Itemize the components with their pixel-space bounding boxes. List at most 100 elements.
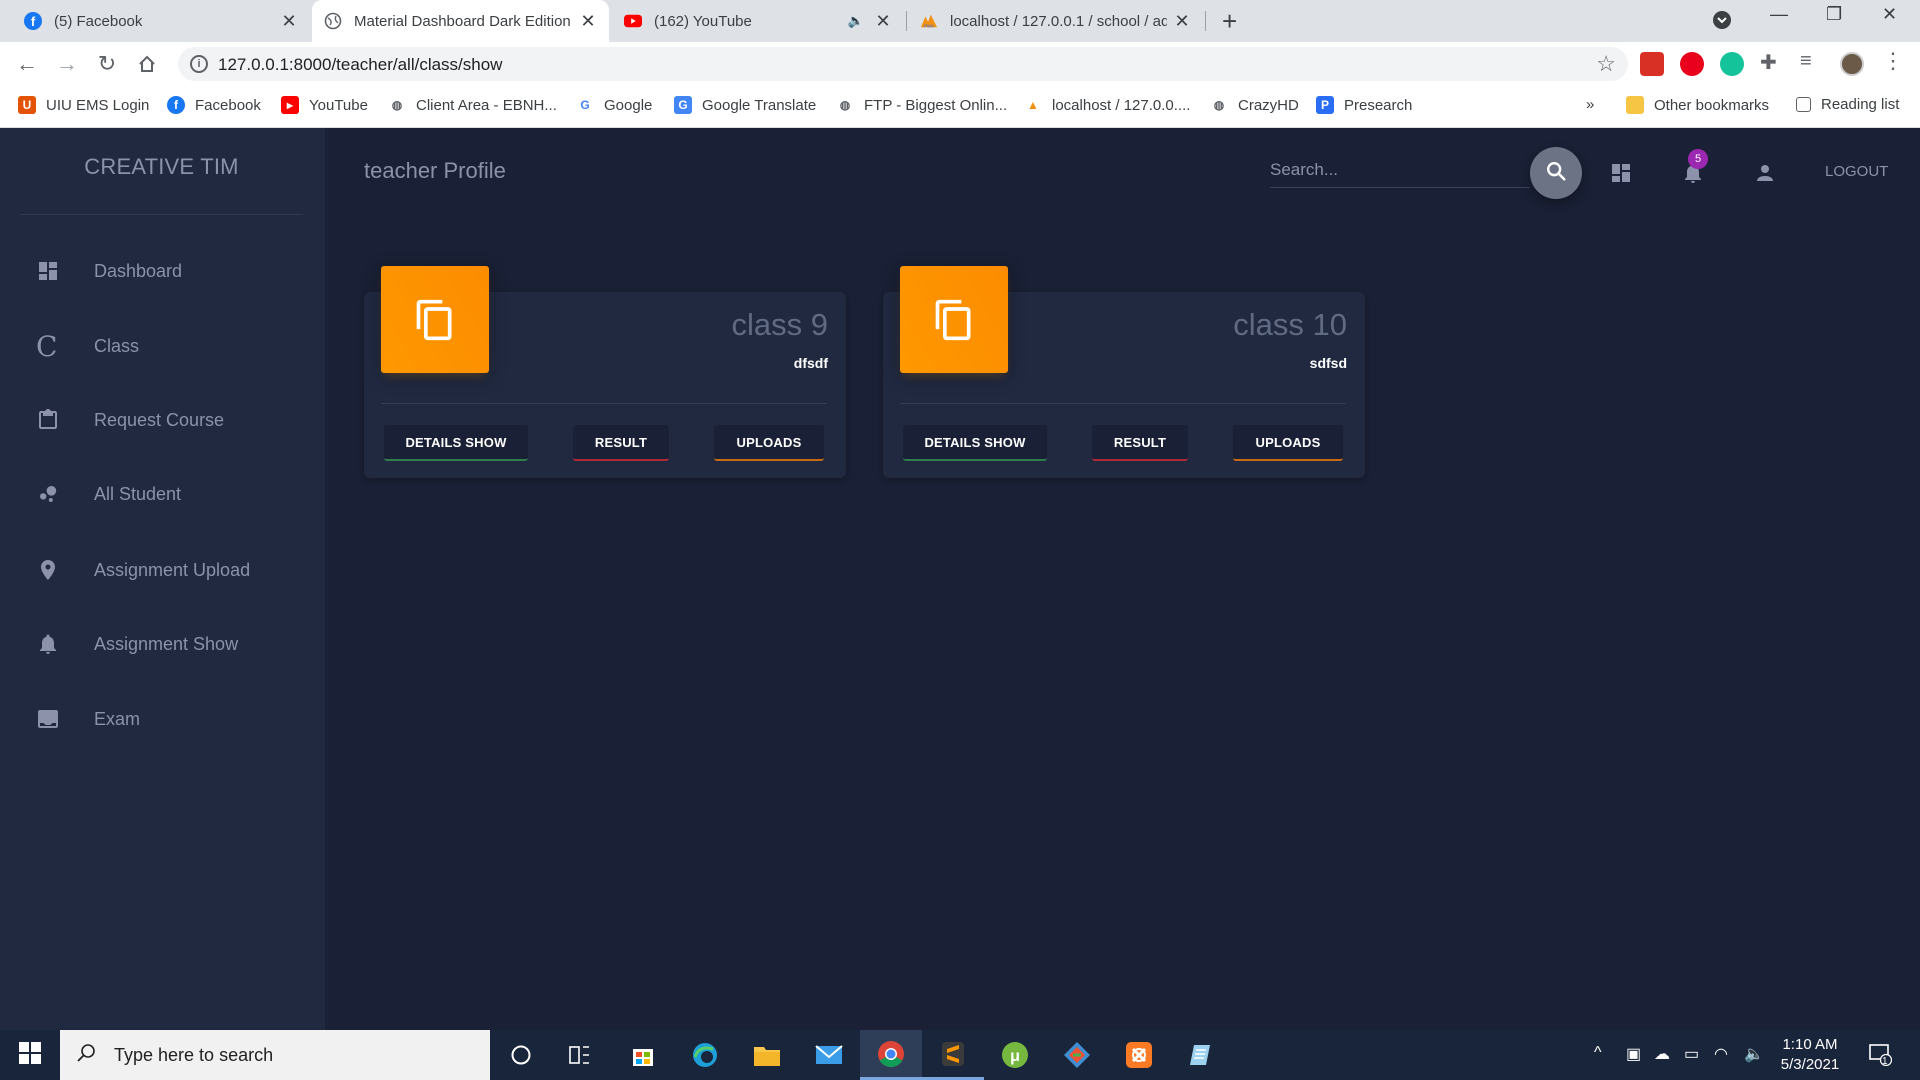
action-center-icon[interactable] xyxy=(1868,1042,1893,1071)
tab-phpmyadmin[interactable]: PMA localhost / 127.0.0.1 / school / ad … xyxy=(908,0,1203,42)
cortana-icon[interactable] xyxy=(490,1030,552,1080)
bell-icon xyxy=(36,629,76,659)
bookmark-item[interactable]: G Google Translate xyxy=(674,96,816,114)
result-button[interactable]: RESULT xyxy=(1092,425,1188,461)
grammarly-icon[interactable] xyxy=(1720,52,1744,76)
tab-facebook[interactable]: f (5) Facebook ✕ xyxy=(12,0,310,42)
uploads-button[interactable]: UPLOADS xyxy=(1233,425,1343,461)
mail-icon[interactable] xyxy=(798,1030,860,1080)
tab-youtube[interactable]: (162) YouTube 🔈 ✕ xyxy=(612,0,904,42)
tab-search-icon[interactable] xyxy=(1712,10,1732,35)
forward-button[interactable]: → xyxy=(53,50,81,78)
bookmark-item[interactable]: P Presearch xyxy=(1316,96,1412,114)
menu-dots-icon[interactable]: ⋮ xyxy=(1882,48,1906,73)
logout-link[interactable]: LOGOUT xyxy=(1825,163,1888,180)
battery-icon[interactable]: ▭ xyxy=(1684,1044,1699,1064)
home-button[interactable] xyxy=(133,50,161,78)
file-explorer-icon[interactable] xyxy=(736,1030,798,1080)
bookmark-item[interactable]: ◍ Client Area - EBNH... xyxy=(388,96,557,114)
sublime-text-icon[interactable] xyxy=(922,1030,984,1080)
extensions-puzzle-icon[interactable]: ✚ xyxy=(1760,50,1784,74)
bookmarks-overflow-button[interactable]: » xyxy=(1586,96,1594,113)
main-content: teacher Profile 5 LOGOUT class 9 dfsdf D… xyxy=(325,128,1920,1030)
result-button[interactable]: RESULT xyxy=(573,425,669,461)
adblock-icon[interactable] xyxy=(1680,52,1704,76)
bookmark-star-icon[interactable]: ☆ xyxy=(1596,51,1616,77)
sidebar-item-all-student[interactable]: All Student xyxy=(36,474,181,514)
tab-label: localhost / 127.0.0.1 / school / ad xyxy=(950,12,1167,30)
tab-material-dashboard[interactable]: Material Dashboard Dark Edition ✕ xyxy=(312,0,609,42)
sidebar-item-request-course[interactable]: Request Course xyxy=(36,400,224,440)
volume-icon[interactable]: 🔈 xyxy=(1744,1044,1764,1064)
bookmark-item[interactable]: G Google xyxy=(576,96,652,114)
bookmark-item[interactable]: ▶ YouTube xyxy=(281,96,368,114)
close-icon[interactable]: ✕ xyxy=(280,11,298,32)
sidebar: CREATIVE TIM Dashboard C Class Request C… xyxy=(0,128,325,1030)
sidebar-item-assignment-show[interactable]: Assignment Show xyxy=(36,624,238,664)
bookmark-label: Client Area - EBNH... xyxy=(416,96,557,114)
edge-icon[interactable] xyxy=(674,1030,736,1080)
youtube-icon: ▶ xyxy=(281,96,299,114)
bookmark-item[interactable]: U UIU EMS Login xyxy=(18,96,149,114)
speaker-icon[interactable]: 🔈 xyxy=(844,13,868,29)
bookmark-item[interactable]: ◍ CrazyHD xyxy=(1210,96,1299,114)
taskbar-search-box[interactable]: Type here to search xyxy=(60,1030,490,1080)
reload-button[interactable]: ↻ xyxy=(93,50,121,78)
details-show-button[interactable]: DETAILS SHOW xyxy=(384,425,528,461)
restore-button[interactable]: ❐ xyxy=(1826,4,1842,25)
brand-logo[interactable]: CREATIVE TIM xyxy=(20,154,303,180)
profile-avatar[interactable] xyxy=(1840,52,1864,76)
globe-icon: ◍ xyxy=(1213,98,1225,112)
facebook-icon: f xyxy=(167,96,185,114)
bookmark-label: Facebook xyxy=(195,96,261,114)
utorrent-icon[interactable]: μ xyxy=(984,1030,1046,1080)
globe-icon: ◍ xyxy=(839,98,851,112)
sidebar-item-assignment-upload[interactable]: Assignment Upload xyxy=(36,550,250,590)
dashboard-icon[interactable] xyxy=(1606,158,1636,188)
sidebar-item-exam[interactable]: Exam xyxy=(36,699,140,739)
chrome-icon[interactable] xyxy=(860,1030,922,1080)
address-bar[interactable]: i 127.0.0.1:8000/teacher/all/class/show … xyxy=(178,47,1628,81)
google-icon: G xyxy=(580,98,590,112)
close-icon[interactable]: ✕ xyxy=(579,11,597,32)
xampp-icon[interactable] xyxy=(1108,1030,1170,1080)
window-close-button[interactable]: ✕ xyxy=(1882,4,1897,25)
uploads-button[interactable]: UPLOADS xyxy=(714,425,824,461)
wifi-icon[interactable]: ◠ xyxy=(1714,1044,1728,1064)
git-kraken-icon[interactable] xyxy=(1046,1030,1108,1080)
bookmark-item[interactable]: ▲ localhost / 127.0.0.... xyxy=(1024,96,1190,114)
bookmark-label: YouTube xyxy=(309,96,368,114)
system-clock[interactable]: 1:10 AM 5/3/2021 xyxy=(1770,1035,1850,1075)
close-icon[interactable]: ✕ xyxy=(874,11,892,32)
sidebar-item-class[interactable]: C Class xyxy=(36,326,139,366)
media-control-icon[interactable]: ≡ xyxy=(1800,50,1824,74)
bookmark-item[interactable]: f Facebook xyxy=(167,96,261,114)
microsoft-store-icon[interactable] xyxy=(612,1030,674,1080)
user-person-icon[interactable] xyxy=(1750,158,1780,188)
tray-overflow-chevron-icon[interactable]: ^ xyxy=(1594,1044,1602,1062)
tab-label: (5) Facebook xyxy=(54,12,143,30)
meet-now-icon[interactable]: ▣ xyxy=(1626,1044,1641,1064)
notepad-icon[interactable] xyxy=(1170,1030,1232,1080)
details-show-button[interactable]: DETAILS SHOW xyxy=(903,425,1047,461)
onedrive-cloud-icon[interactable]: ☁ xyxy=(1654,1044,1670,1064)
task-view-icon[interactable] xyxy=(549,1030,611,1080)
back-button[interactable]: ← xyxy=(13,50,41,78)
new-tab-button[interactable]: + xyxy=(1222,6,1237,37)
start-button[interactable] xyxy=(0,1030,60,1080)
extension-red-icon[interactable] xyxy=(1640,52,1664,76)
search-input[interactable] xyxy=(1270,152,1530,187)
sidebar-item-label: Assignment Show xyxy=(94,633,239,654)
bookmark-item[interactable]: ◍ FTP - Biggest Onlin... xyxy=(836,96,1007,114)
bookmark-label: Google Translate xyxy=(702,96,817,114)
sidebar-item-dashboard[interactable]: Dashboard xyxy=(36,251,182,291)
phpmyadmin-icon: PMA xyxy=(920,12,938,30)
dashboard-icon xyxy=(36,256,76,286)
folder-icon xyxy=(1626,96,1644,114)
site-info-icon[interactable]: i xyxy=(190,55,208,73)
other-bookmarks-folder[interactable]: Other bookmarks xyxy=(1626,96,1769,114)
minimize-button[interactable]: — xyxy=(1770,4,1788,25)
close-icon[interactable]: ✕ xyxy=(1173,11,1191,32)
search-button[interactable] xyxy=(1530,147,1582,199)
reading-list-button[interactable]: Reading list xyxy=(1796,96,1899,113)
